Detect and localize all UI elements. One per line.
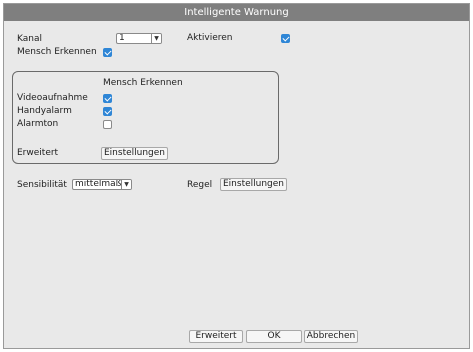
sensibilitaet-select-value: mittelmäß (75, 179, 122, 189)
mensch-erkennen-checkbox[interactable] (103, 48, 112, 57)
chevron-down-icon: ▼ (151, 34, 161, 43)
regel-settings-button[interactable]: Einstellungen (220, 178, 287, 191)
alarmton-label: Alarmton (17, 119, 59, 129)
sensibilitaet-select[interactable]: mittelmäß ▼ (72, 179, 132, 190)
sensibilitaet-label: Sensibilität (17, 180, 67, 190)
videoaufnahme-label: Videoaufnahme (17, 93, 88, 103)
ok-button[interactable]: OK (246, 330, 302, 343)
smart-alert-dialog: Intelligente Warnung Kanal 1 ▼ Aktiviere… (3, 3, 470, 349)
kanal-select[interactable]: 1 ▼ (116, 33, 162, 44)
handyalarm-label: Handyalarm (17, 106, 72, 116)
group-settings-button[interactable]: Einstellungen (101, 147, 168, 160)
handyalarm-checkbox[interactable] (103, 107, 112, 116)
abbrechen-button[interactable]: Abbrechen (304, 330, 358, 343)
kanal-label: Kanal (17, 34, 42, 44)
alarmton-checkbox[interactable] (103, 120, 112, 129)
erweitert-label: Erweitert (17, 148, 59, 158)
dialog-title: Intelligente Warnung (4, 4, 469, 21)
kanal-select-value: 1 (119, 33, 125, 43)
aktivieren-label: Aktivieren (187, 33, 233, 43)
chevron-down-icon: ▼ (121, 180, 131, 189)
aktivieren-checkbox[interactable] (281, 34, 290, 43)
videoaufnahme-checkbox[interactable] (103, 94, 112, 103)
group-title: Mensch Erkennen (103, 78, 183, 88)
regel-label: Regel (187, 180, 213, 190)
mensch-erkennen-label: Mensch Erkennen (17, 47, 97, 57)
erweitert-button[interactable]: Erweitert (189, 330, 243, 343)
